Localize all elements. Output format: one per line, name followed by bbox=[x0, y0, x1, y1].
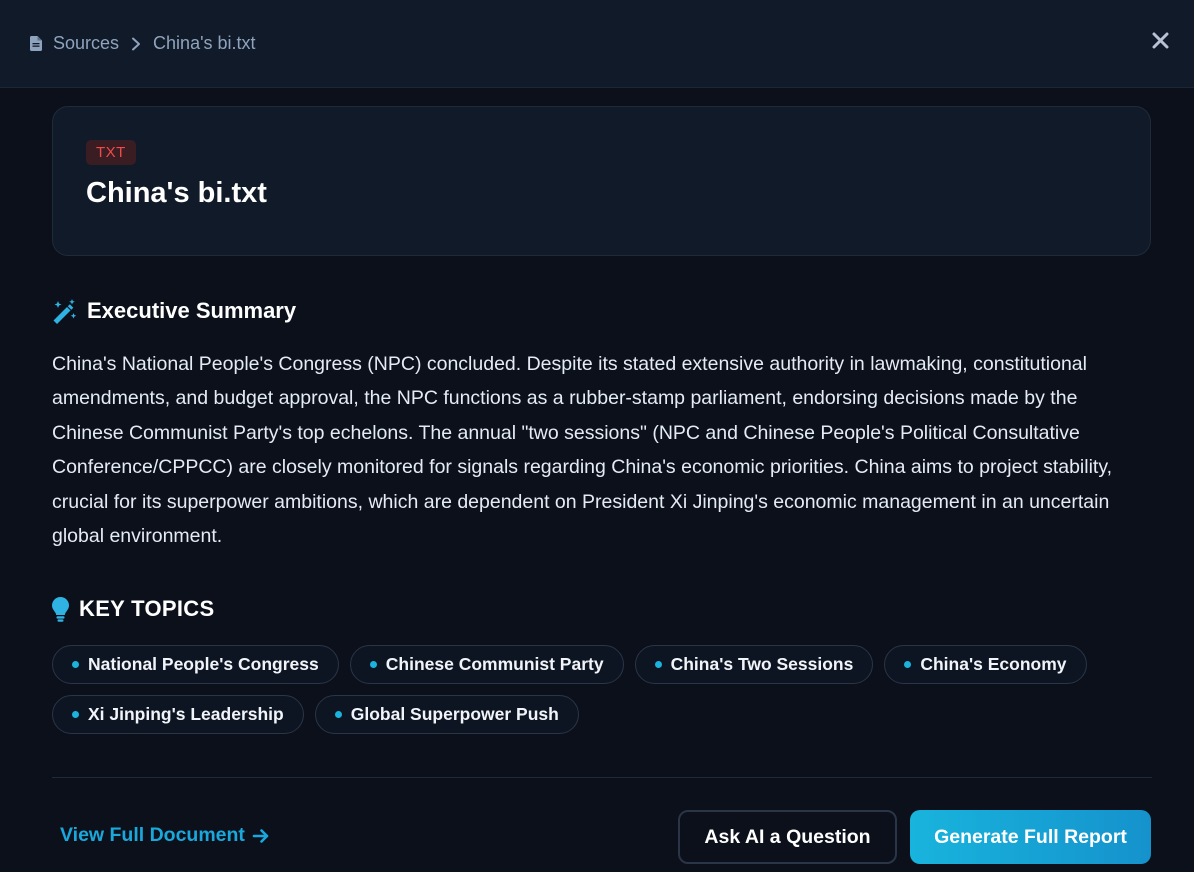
bullet-dot-icon bbox=[369, 661, 377, 668]
summary-heading: Executive Summary bbox=[52, 298, 296, 324]
topic-chip[interactable]: China's Economy bbox=[884, 645, 1087, 684]
bullet-dot-icon bbox=[334, 711, 342, 718]
breadcrumb-root-link[interactable]: Sources bbox=[53, 33, 119, 54]
topics-heading-label: KEY TOPICS bbox=[79, 596, 215, 621]
arrow-right-icon bbox=[252, 828, 269, 843]
bullet-dot-icon bbox=[72, 711, 79, 718]
top-bar: Sources China's bi.txt bbox=[0, 0, 1194, 88]
document-icon bbox=[30, 36, 42, 51]
topic-chip-label: China's Two Sessions bbox=[670, 654, 854, 674]
topic-chip[interactable]: Xi Jinping's Leadership bbox=[52, 695, 304, 734]
topic-chip[interactable]: National People's Congress bbox=[52, 645, 339, 684]
view-full-document-label: View Full Document bbox=[60, 824, 245, 846]
magic-wand-icon bbox=[53, 298, 77, 324]
close-icon bbox=[1152, 32, 1168, 48]
bullet-dot-icon bbox=[654, 661, 662, 668]
topic-chip-label: China's Economy bbox=[920, 654, 1067, 674]
view-full-document-link[interactable]: View Full Document bbox=[60, 824, 270, 847]
generate-report-button[interactable]: Generate Full Report bbox=[910, 810, 1151, 864]
bullet-dot-icon bbox=[72, 661, 79, 668]
file-type-badge: TXT bbox=[86, 140, 136, 165]
breadcrumb-current: China's bi.txt bbox=[153, 33, 256, 53]
lightbulb-icon bbox=[52, 596, 69, 622]
topic-chip-label: Chinese Communist Party bbox=[385, 654, 604, 674]
topic-chip[interactable]: China's Two Sessions bbox=[634, 645, 874, 684]
topic-chip-label: Global Superpower Push bbox=[350, 704, 559, 724]
file-card: TXT China's bi.txt bbox=[52, 106, 1151, 256]
close-button[interactable] bbox=[1148, 28, 1172, 52]
footer-divider bbox=[52, 777, 1152, 778]
bullet-dot-icon bbox=[904, 661, 912, 668]
chevron-right-icon bbox=[131, 37, 141, 51]
topic-chip-label: Xi Jinping's Leadership bbox=[88, 704, 284, 724]
topic-chip[interactable]: Chinese Communist Party bbox=[349, 645, 624, 684]
topics-heading: KEY TOPICS bbox=[52, 596, 214, 622]
summary-heading-label: Executive Summary bbox=[87, 298, 297, 323]
summary-text: China's National People's Congress (NPC)… bbox=[52, 353, 1113, 548]
topic-chip-label: National People's Congress bbox=[88, 654, 319, 674]
ask-ai-button[interactable]: Ask AI a Question bbox=[678, 810, 897, 864]
breadcrumb: Sources China's bi.txt bbox=[30, 33, 256, 54]
topic-chip[interactable]: Global Superpower Push bbox=[314, 695, 579, 734]
file-title: China's bi.txt bbox=[86, 177, 267, 209]
topic-chip-list: National People's Congress Chinese Commu… bbox=[52, 645, 1152, 734]
